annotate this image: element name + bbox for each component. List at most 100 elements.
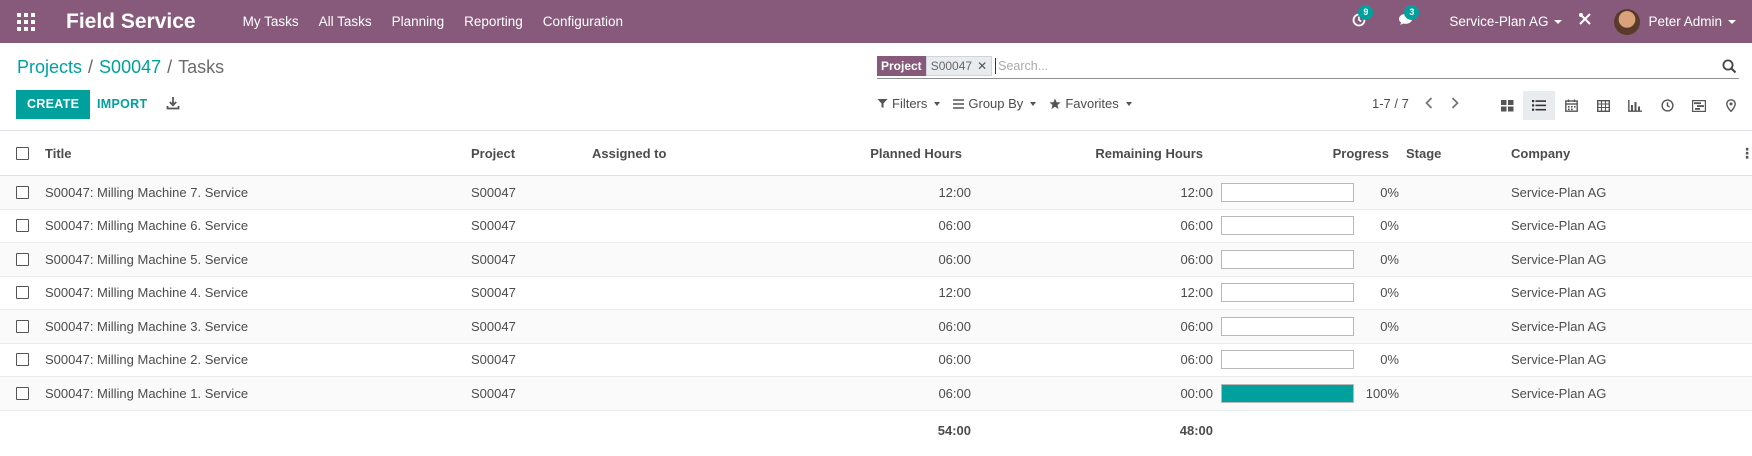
task-title[interactable]: S00047: Milling Machine 6. Service (45, 210, 248, 243)
breadcrumb-separator: / (88, 57, 94, 77)
task-progress-bar (1221, 216, 1354, 236)
task-planned-hours[interactable]: 12:00 (760, 277, 971, 310)
import-button[interactable]: IMPORT (97, 90, 147, 119)
list-view-icon[interactable] (1523, 91, 1555, 120)
filters-dropdown[interactable]: Filters (877, 96, 941, 111)
column-header-title[interactable]: Title (45, 131, 72, 175)
task-company[interactable]: Service-Plan AG (1511, 310, 1606, 343)
calendar-view-icon[interactable] (1555, 91, 1587, 120)
close-icon[interactable]: ✕ (977, 58, 987, 74)
task-remaining-hours[interactable]: 12:00 (1000, 277, 1213, 310)
download-icon[interactable] (166, 96, 180, 110)
task-planned-hours[interactable]: 06:00 (760, 243, 971, 276)
column-header-assigned[interactable]: Assigned to (592, 131, 666, 175)
column-header-remaining-hours[interactable]: Remaining Hours (1000, 131, 1203, 175)
task-remaining-hours[interactable]: 06:00 (1000, 310, 1213, 343)
task-company[interactable]: Service-Plan AG (1511, 344, 1606, 377)
task-planned-hours[interactable]: 06:00 (760, 210, 971, 243)
task-progress-bar-cell (1221, 377, 1354, 410)
table-row[interactable]: S00047: Milling Machine 3. Service S00047… (0, 310, 1752, 344)
user-menu[interactable]: Peter Admin (1614, 8, 1736, 35)
row-checkbox[interactable] (16, 219, 29, 233)
table-row[interactable]: S00047: Milling Machine 6. Service S00047… (0, 210, 1752, 243)
row-checkbox[interactable] (16, 319, 29, 333)
messages-count-badge: 3 (1404, 5, 1420, 20)
task-remaining-hours[interactable]: 06:00 (1000, 210, 1213, 243)
menu-item-reporting[interactable]: Reporting (464, 14, 523, 29)
task-company[interactable]: Service-Plan AG (1511, 277, 1606, 310)
breadcrumb-projects[interactable]: Projects (17, 57, 82, 78)
menu-item-planning[interactable]: Planning (392, 14, 445, 29)
select-all-checkbox[interactable] (16, 146, 29, 160)
table-row[interactable]: S00047: Milling Machine 1. Service S00047… (0, 377, 1752, 411)
row-checkbox[interactable] (16, 353, 29, 367)
column-header-progress[interactable]: Progress (1220, 131, 1389, 175)
task-company[interactable]: Service-Plan AG (1511, 377, 1606, 410)
task-title[interactable]: S00047: Milling Machine 4. Service (45, 277, 248, 310)
search-icon[interactable] (1722, 59, 1737, 74)
kanban-view-icon[interactable] (1491, 91, 1523, 120)
company-switcher[interactable]: Service-Plan AG (1449, 14, 1563, 29)
app-name[interactable]: Field Service (66, 10, 196, 34)
task-company[interactable]: Service-Plan AG (1511, 210, 1606, 243)
task-title[interactable]: S00047: Milling Machine 5. Service (45, 243, 248, 276)
task-title[interactable]: S00047: Milling Machine 7. Service (45, 176, 248, 209)
task-project[interactable]: S00047 (471, 210, 516, 243)
task-company[interactable]: Service-Plan AG (1511, 243, 1606, 276)
apps-menu-icon[interactable] (17, 12, 35, 31)
search-options: Filters Group By Favorites (877, 96, 1132, 111)
task-title[interactable]: S00047: Milling Machine 1. Service (45, 377, 248, 410)
graph-view-icon[interactable] (1619, 91, 1651, 120)
table-row[interactable]: S00047: Milling Machine 7. Service S00047… (0, 176, 1752, 210)
task-planned-hours[interactable]: 12:00 (760, 176, 971, 209)
pivot-view-icon[interactable] (1587, 91, 1619, 120)
row-checkbox[interactable] (16, 252, 29, 266)
messages-icon[interactable]: 3 (1395, 5, 1420, 30)
search-facet-value: S00047 ✕ (925, 56, 993, 76)
optional-columns-icon[interactable]: ⋮ (1740, 131, 1752, 175)
menu-item-all-tasks[interactable]: All Tasks (319, 14, 372, 29)
task-project[interactable]: S00047 (471, 277, 516, 310)
row-checkbox[interactable] (16, 185, 29, 199)
task-planned-hours[interactable]: 06:00 (760, 377, 971, 410)
task-planned-hours[interactable]: 06:00 (760, 344, 971, 377)
task-company[interactable]: Service-Plan AG (1511, 176, 1606, 209)
map-view-icon[interactable] (1715, 91, 1747, 120)
row-checkbox[interactable] (16, 386, 29, 400)
task-project[interactable]: S00047 (471, 243, 516, 276)
task-planned-hours[interactable]: 06:00 (760, 310, 971, 343)
task-project[interactable]: S00047 (471, 344, 516, 377)
task-title[interactable]: S00047: Milling Machine 2. Service (45, 344, 248, 377)
column-header-project[interactable]: Project (471, 131, 515, 175)
previous-page-icon[interactable] (1423, 96, 1435, 111)
create-button[interactable]: CREATE (16, 90, 91, 119)
table-row[interactable]: S00047: Milling Machine 4. Service S00047… (0, 277, 1752, 310)
row-checkbox[interactable] (16, 286, 29, 300)
task-title[interactable]: S00047: Milling Machine 3. Service (45, 310, 248, 343)
activity-icon[interactable]: 9 (1349, 4, 1374, 31)
debug-tools-icon[interactable] (1578, 12, 1592, 31)
groupby-dropdown[interactable]: Group By (953, 96, 1037, 111)
column-header-company[interactable]: Company (1511, 131, 1570, 175)
task-remaining-hours[interactable]: 00:00 (1000, 377, 1213, 410)
pager-value[interactable]: 1-7 / 7 (1372, 96, 1409, 111)
breadcrumb-project-s00047[interactable]: S00047 (99, 57, 161, 78)
task-project[interactable]: S00047 (471, 377, 516, 410)
favorites-dropdown[interactable]: Favorites (1049, 96, 1132, 111)
menu-item-my-tasks[interactable]: My Tasks (243, 14, 299, 29)
next-page-icon[interactable] (1449, 96, 1461, 111)
task-project[interactable]: S00047 (471, 310, 516, 343)
column-header-planned-hours[interactable]: Planned Hours (760, 131, 962, 175)
task-remaining-hours[interactable]: 12:00 (1000, 176, 1213, 209)
task-remaining-hours[interactable]: 06:00 (1000, 243, 1213, 276)
table-row[interactable]: S00047: Milling Machine 2. Service S00047… (0, 344, 1752, 377)
menu-item-configuration[interactable]: Configuration (543, 14, 623, 29)
task-progress-bar (1221, 316, 1354, 336)
table-row[interactable]: S00047: Milling Machine 5. Service S00047… (0, 243, 1752, 277)
gantt-view-icon[interactable] (1683, 91, 1715, 120)
activity-view-icon[interactable] (1651, 91, 1683, 120)
task-project[interactable]: S00047 (471, 176, 516, 209)
search-input[interactable]: Search... (995, 58, 1739, 74)
column-header-stage[interactable]: Stage (1406, 131, 1441, 175)
task-remaining-hours[interactable]: 06:00 (1000, 344, 1213, 377)
